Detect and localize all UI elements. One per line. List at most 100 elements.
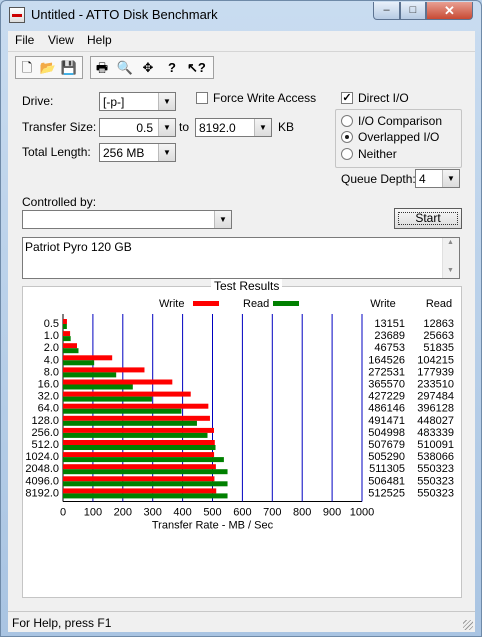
chevron-down-icon[interactable]: ▼ (254, 119, 271, 136)
write-bar (63, 319, 67, 324)
menu-help[interactable]: Help (87, 33, 112, 47)
x-tick-label: 900 (323, 507, 341, 519)
column-header-read: Read (426, 298, 452, 310)
description-scrollbar[interactable]: ▲ ▼ (442, 238, 459, 278)
toolbar: 🗋 📂 💾 🖶 🔍 ✥ ? ↖? (8, 51, 475, 84)
category-label: 8192.0 (25, 487, 59, 499)
category-label: 1.0 (44, 330, 59, 342)
read-bar (63, 372, 117, 378)
to-label: to (179, 120, 190, 134)
queue-depth-label: Queue Depth: (341, 172, 416, 186)
write-bar (63, 343, 77, 349)
title-bar[interactable]: Untitled - ATTO Disk Benchmark – □ ✕ (1, 1, 481, 29)
write-value: 23689 (374, 330, 405, 342)
chevron-down-icon[interactable]: ▼ (158, 144, 175, 161)
force-write-label: Force Write Access (213, 91, 317, 105)
read-bar (63, 481, 228, 487)
write-value: 272531 (368, 366, 405, 378)
category-label: 64.0 (38, 403, 59, 415)
read-bar (63, 457, 224, 463)
close-button[interactable]: ✕ (426, 2, 473, 20)
read-value: 51835 (423, 342, 454, 354)
x-tick-label: 300 (144, 507, 162, 519)
transfer-size-from-select[interactable]: 0.5 ▼ (99, 118, 176, 137)
print-icon[interactable]: 🖶 (93, 60, 111, 76)
queue-depth-select[interactable]: 4 ▼ (415, 169, 460, 188)
category-label: 4.0 (44, 354, 59, 366)
force-write-checkbox[interactable] (196, 92, 208, 104)
chevron-down-icon[interactable]: ▼ (442, 170, 459, 187)
app-icon[interactable] (9, 7, 25, 23)
write-bar (63, 415, 210, 421)
transfer-size-to-select[interactable]: 8192.0 ▼ (195, 118, 272, 137)
description-textarea[interactable]: Patriot Pyro 120 GB ▲ ▼ (22, 237, 460, 279)
drive-select-value: [-p-] (103, 95, 125, 109)
drive-label: Drive: (22, 94, 54, 108)
category-label: 32.0 (38, 391, 59, 403)
write-value: 491471 (368, 415, 405, 427)
menu-file[interactable]: File (15, 33, 34, 47)
chevron-down-icon[interactable]: ▼ (214, 211, 231, 228)
total-length-label: Total Length: (22, 145, 91, 159)
io-comparison-radio[interactable] (341, 115, 353, 127)
context-help-icon[interactable]: ↖? (187, 60, 206, 76)
write-value: 506481 (368, 475, 405, 487)
read-value: 510091 (417, 439, 454, 451)
write-value: 13151 (374, 318, 405, 330)
help-icon[interactable]: ? (163, 60, 181, 76)
app-window: Untitled - ATTO Disk Benchmark – □ ✕ Fil… (0, 0, 482, 637)
write-value: 427229 (368, 391, 405, 403)
total-length-select[interactable]: 256 MB ▼ (99, 143, 176, 162)
start-button[interactable]: Start (394, 208, 462, 229)
read-bar (63, 384, 133, 390)
open-icon[interactable]: 📂 (39, 60, 57, 76)
toolbar-file-group: 🗋 📂 💾 (15, 56, 83, 79)
category-label: 512.0 (31, 439, 59, 451)
resize-grip-icon[interactable] (463, 620, 473, 630)
column-header-write: Write (370, 298, 395, 310)
direct-io-label: Direct I/O (358, 91, 409, 105)
read-value: 233510 (417, 379, 454, 391)
print-preview-icon[interactable]: 🔍 (116, 60, 134, 76)
read-bar (63, 336, 71, 342)
scroll-down-icon[interactable]: ▼ (447, 267, 454, 274)
x-tick-label: 200 (114, 507, 132, 519)
save-icon[interactable]: 💾 (60, 60, 78, 76)
chevron-down-icon[interactable]: ▼ (158, 119, 175, 136)
scroll-up-icon[interactable]: ▲ (447, 239, 454, 246)
minimize-button[interactable]: – (373, 2, 400, 20)
x-tick-label: 1000 (350, 507, 374, 519)
write-value: 486146 (368, 403, 405, 415)
direct-io-checkbox[interactable]: ✓ (341, 92, 353, 104)
write-bar (63, 403, 209, 409)
write-value: 164526 (368, 354, 405, 366)
move-icon[interactable]: ✥ (139, 60, 157, 76)
controlled-by-select[interactable]: ▼ (22, 210, 232, 229)
read-bar (63, 445, 216, 450)
menu-view[interactable]: View (48, 33, 74, 47)
controlled-by-label: Controlled by: (22, 195, 97, 209)
x-tick-label: 500 (203, 507, 221, 519)
read-value: 483339 (417, 427, 454, 439)
x-tick-label: 800 (293, 507, 311, 519)
write-bar (63, 440, 215, 445)
legend-read-swatch (273, 301, 299, 306)
write-value: 505290 (368, 451, 405, 463)
status-bar: For Help, press F1 (8, 611, 475, 632)
transfer-size-to-value: 8192.0 (199, 121, 236, 135)
drive-select[interactable]: [-p-] ▼ (99, 92, 176, 111)
read-bar (63, 348, 79, 354)
read-bar (63, 324, 67, 329)
overlapped-io-radio[interactable] (341, 131, 353, 143)
new-icon[interactable]: 🗋 (18, 60, 36, 76)
read-bar (63, 408, 182, 414)
chevron-down-icon[interactable]: ▼ (158, 93, 175, 110)
io-comparison-label: I/O Comparison (358, 114, 443, 128)
maximize-button[interactable]: □ (400, 2, 426, 20)
write-value: 511305 (369, 463, 405, 475)
read-value: 12863 (423, 318, 454, 330)
write-bar (63, 488, 217, 494)
write-value: 512525 (368, 487, 405, 499)
neither-radio[interactable] (341, 148, 353, 160)
read-value: 550323 (417, 475, 454, 487)
